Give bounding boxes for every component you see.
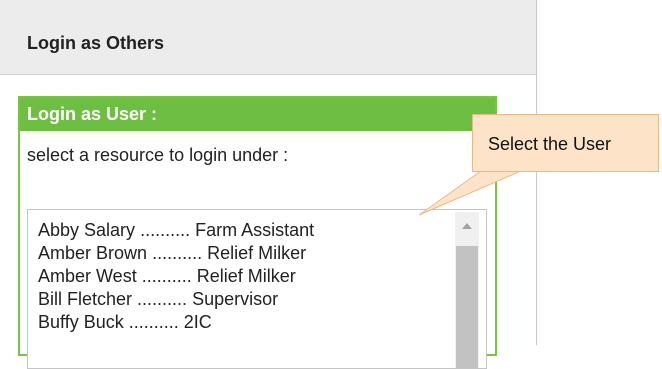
panel-title: Login as Others xyxy=(27,33,165,53)
login-as-user-header: Login as User : xyxy=(20,98,495,131)
list-item[interactable]: Amber Brown .......... Relief Milker xyxy=(38,243,306,264)
scrollbar-thumb[interactable] xyxy=(456,246,478,368)
select-resource-subtitle: select a resource to login under : xyxy=(27,145,289,165)
callout-tooltip: Select the User xyxy=(472,114,659,172)
list-item[interactable]: Buffy Buck .......... 2IC xyxy=(38,312,212,333)
login-as-user-box: Login as User : select a resource to log… xyxy=(18,96,497,369)
list-item[interactable]: Abby Salary .......... Farm Assistant xyxy=(38,220,314,241)
resource-list[interactable]: Abby Salary .......... Farm Assistant Am… xyxy=(27,209,487,369)
list-item[interactable]: Bill Fletcher .......... Supervisor xyxy=(38,289,278,310)
list-item[interactable]: Amber West .......... Relief Milker xyxy=(38,266,296,287)
callout-text: Select the User xyxy=(488,134,612,154)
scroll-up-arrow-icon[interactable] xyxy=(462,223,472,229)
callout-pointer xyxy=(418,170,522,216)
